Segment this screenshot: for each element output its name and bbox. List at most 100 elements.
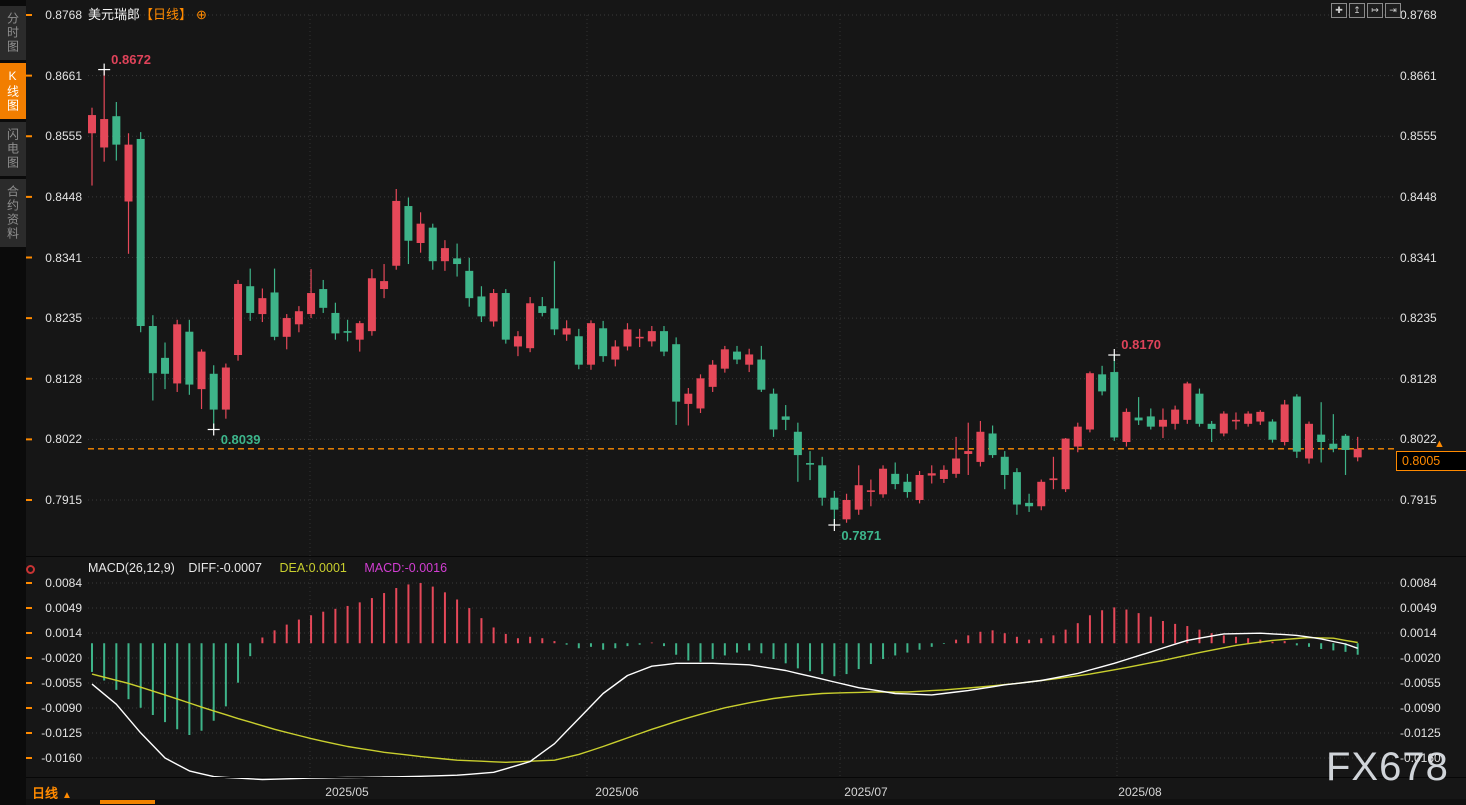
pan-icon[interactable]: ✚ (1331, 3, 1347, 18)
candle-body (989, 433, 997, 455)
settings-icon[interactable]: ⊕ (196, 7, 207, 22)
candle-body (1208, 424, 1216, 429)
candle-body (587, 323, 595, 365)
candle-body (1025, 503, 1033, 506)
candle-body (879, 469, 887, 495)
chart-toolbar: ✚↥↦⇥ (1331, 3, 1401, 18)
candle-body (210, 374, 218, 410)
sidebar: 分时图 K线图闪电图合约资料 (0, 0, 26, 805)
candle-body (843, 500, 851, 519)
candle-body (331, 313, 339, 333)
candle-body (307, 293, 315, 314)
candle-body (1122, 412, 1130, 442)
candle-body (806, 463, 814, 465)
candle-body (964, 451, 972, 454)
sidebar-tab-active[interactable]: K线图 (0, 63, 26, 119)
indicator-marker-icon[interactable] (26, 565, 35, 574)
candle-body (782, 416, 790, 419)
candle-body (745, 354, 753, 364)
candle-body (721, 349, 729, 368)
candle-body (112, 116, 120, 144)
candle-body (344, 331, 352, 333)
candle-body (611, 346, 619, 359)
last-price-tag: 0.8005 (1396, 451, 1466, 471)
macd-readout: MACD(26,12,9) DIFF:-0.0007 DEA:0.0001 MA… (88, 561, 447, 575)
sidebar-tab-item[interactable]: 闪电图 (0, 122, 26, 176)
candle-body (916, 475, 924, 500)
candle-body (830, 498, 838, 510)
candle-body (697, 378, 705, 408)
month-axis-label: 2025/05 (325, 785, 368, 799)
sidebar-tab-item[interactable]: 分时图 (0, 6, 26, 60)
candle-body (429, 228, 437, 262)
candle-body (575, 336, 583, 364)
macd-dea-line (92, 638, 1358, 763)
candle-body (623, 329, 631, 346)
candle-body (1342, 436, 1350, 450)
candle-body (368, 278, 376, 331)
time-scrollbar-thumb[interactable] (100, 800, 155, 804)
macd-title: MACD(26,12,9) (88, 561, 175, 575)
candle-body (149, 326, 157, 373)
candle-body (198, 352, 206, 390)
chart-title: 美元瑞郎【日线】 ⊕ (88, 4, 207, 23)
candle-body (1098, 374, 1106, 391)
sidebar-tab-item[interactable]: 合约资料 (0, 179, 26, 247)
candle-body (137, 139, 145, 326)
candle-body (636, 337, 644, 339)
candle-body (1232, 420, 1240, 422)
candle-body (1086, 373, 1094, 429)
candle-body (1195, 394, 1203, 424)
candle-body (283, 318, 291, 337)
candle-body (380, 281, 388, 289)
candle-body (1147, 416, 1155, 426)
candle-body (477, 296, 485, 316)
time-scrollbar-track[interactable] (26, 799, 1466, 805)
candle-body (538, 306, 546, 313)
macd-diff-value: DIFF:-0.0007 (188, 561, 262, 575)
candle-body (1281, 404, 1289, 442)
candle-body (599, 328, 607, 356)
candle-body (709, 365, 717, 387)
macd-macd-value: MACD:-0.0016 (364, 561, 447, 575)
chart-window: 分时图K线图闪电图合约资料 美元瑞郎【日线】⊕ ✚↥↦⇥ 0.87680.876… (0, 0, 1466, 805)
candle-body (295, 311, 303, 324)
candle-body (684, 394, 692, 404)
candle-body (550, 308, 558, 329)
candle-body (246, 286, 254, 313)
candle-body (891, 474, 899, 484)
symbol-name: 美元瑞郎 (88, 7, 140, 22)
candle-body (1171, 410, 1179, 424)
candle-body (770, 394, 778, 430)
candle-body (794, 432, 802, 455)
candle-body (1293, 397, 1301, 452)
candlestick-chart-canvas[interactable] (0, 0, 1466, 805)
fit-vertical-icon[interactable]: ↥ (1349, 3, 1365, 18)
candle-body (1062, 439, 1070, 490)
candle-body (733, 352, 741, 360)
candle-body (1244, 414, 1252, 424)
candle-body (952, 458, 960, 473)
candle-body (1305, 424, 1313, 459)
candle-body (1268, 422, 1276, 440)
candle-body (222, 368, 230, 410)
candle-body (940, 470, 948, 479)
period-tag: 【日线】 (140, 7, 192, 22)
month-axis-label: 2025/08 (1118, 785, 1161, 799)
candle-body (234, 284, 242, 355)
candle-body (88, 115, 96, 133)
month-axis-label: 2025/06 (595, 785, 638, 799)
candle-body (125, 145, 133, 202)
fit-horizontal-icon[interactable]: ↦ (1367, 3, 1383, 18)
candle-body (1110, 372, 1118, 437)
macd-dea-value: DEA:0.0001 (279, 561, 346, 575)
candle-body (1135, 418, 1143, 421)
candle-body (161, 358, 169, 374)
go-latest-icon[interactable]: ⇥ (1385, 3, 1401, 18)
candle-body (319, 289, 327, 308)
candle-body (1159, 420, 1167, 427)
candle-body (1001, 457, 1009, 475)
candle-body (514, 336, 522, 346)
candle-body (1220, 414, 1228, 434)
pane-divider (26, 556, 1466, 557)
